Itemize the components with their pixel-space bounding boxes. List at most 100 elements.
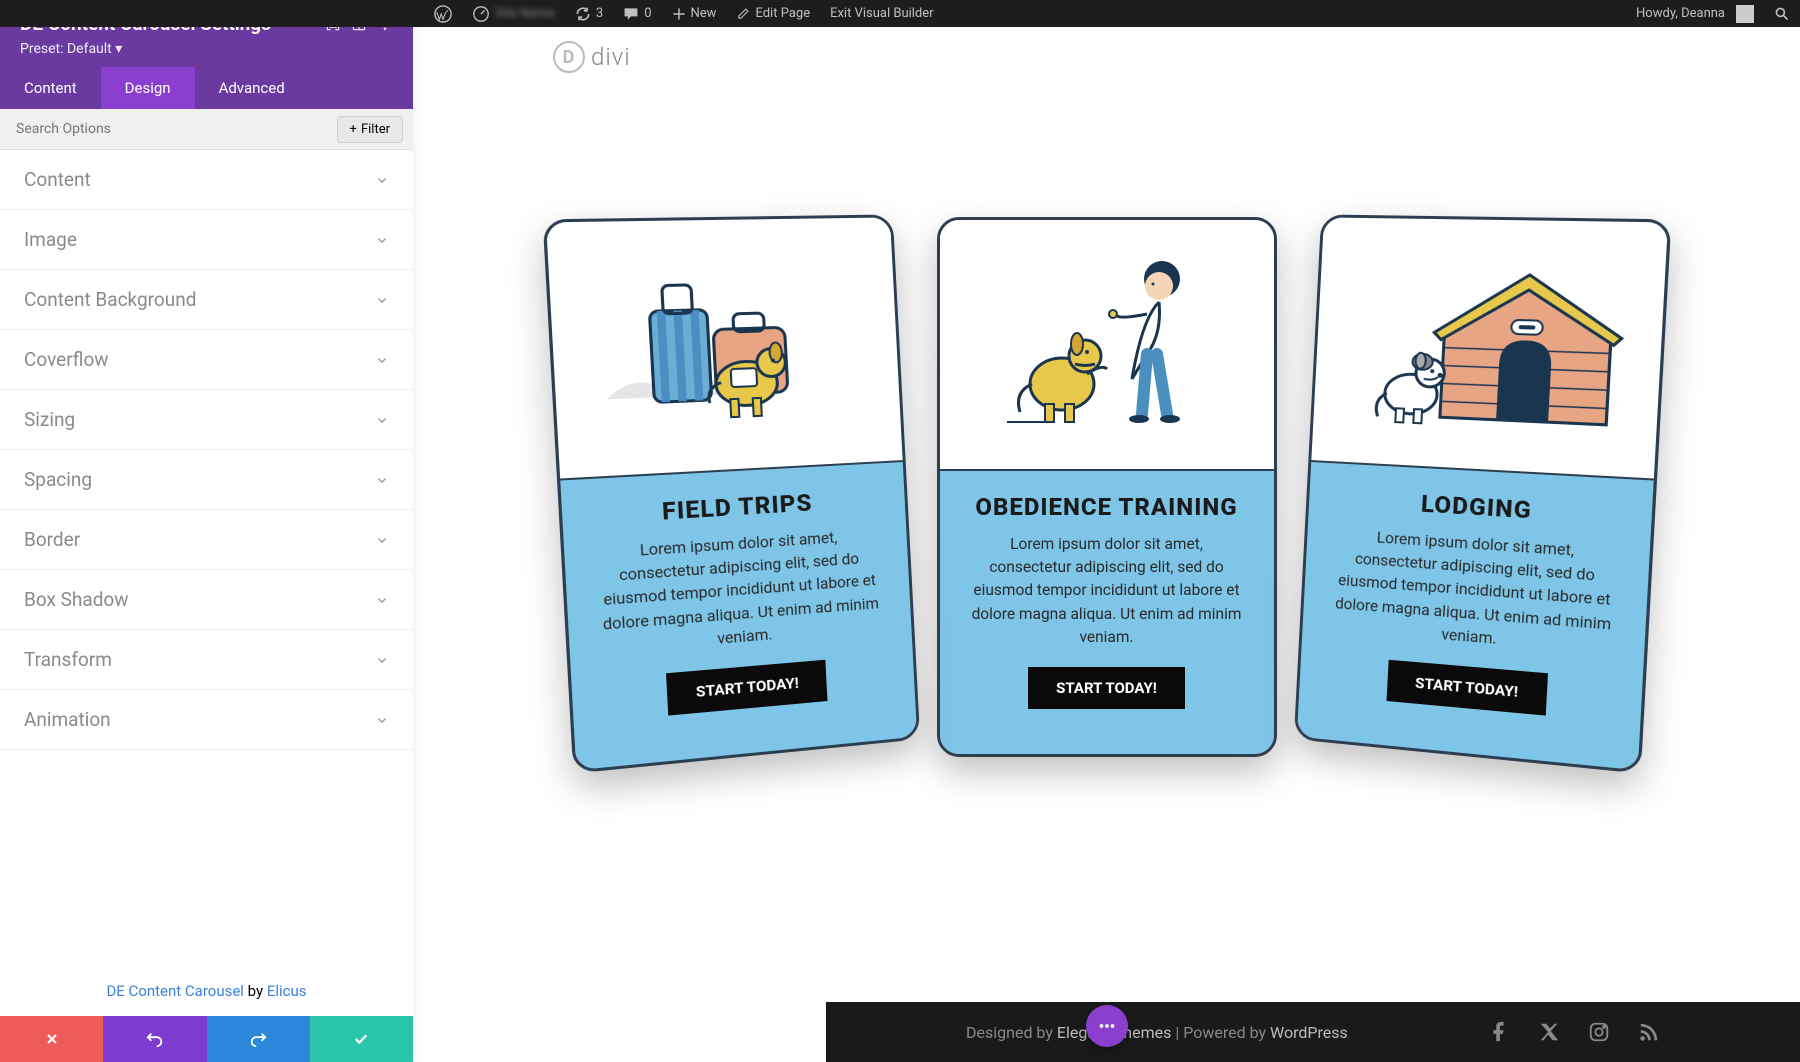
group-label: Coverflow bbox=[24, 348, 109, 371]
carousel-card[interactable]: LODGING Lorem ipsum dolor sit amet, cons… bbox=[1293, 214, 1671, 773]
chevron-down-icon bbox=[375, 353, 389, 367]
card-illustration bbox=[940, 220, 1274, 471]
builder-fab-button[interactable] bbox=[1086, 1005, 1128, 1047]
cancel-button[interactable] bbox=[0, 1016, 103, 1062]
site-header: D divi bbox=[413, 27, 1800, 87]
design-group-animation[interactable]: Animation bbox=[0, 690, 413, 750]
group-label: Transform bbox=[24, 648, 112, 671]
divi-logo[interactable]: D divi bbox=[553, 41, 631, 73]
plugin-credit: DE Content Carousel by Elicus bbox=[0, 966, 413, 1016]
settings-actions bbox=[0, 1016, 413, 1062]
card-title: OBEDIENCE TRAINING bbox=[975, 493, 1237, 521]
dog-suitcase-icon bbox=[587, 252, 864, 441]
new-content-menu[interactable]: New bbox=[662, 0, 727, 27]
design-group-content[interactable]: Content bbox=[0, 150, 413, 210]
design-groups-list: Content Image Content Background Coverflow S… bbox=[0, 150, 413, 966]
page-preview: D divi bbox=[413, 27, 1800, 1062]
rss-icon[interactable] bbox=[1638, 1021, 1660, 1043]
site-footer: Designed by Elegant Themes | Powered by … bbox=[826, 1002, 1800, 1062]
more-horizontal-icon bbox=[1096, 1015, 1118, 1037]
chevron-down-icon bbox=[375, 593, 389, 607]
group-label: Content bbox=[24, 168, 91, 191]
edit-page-menu[interactable]: Edit Page bbox=[726, 0, 820, 27]
design-group-border[interactable]: Border bbox=[0, 510, 413, 570]
chevron-down-icon: ▾ bbox=[115, 41, 122, 57]
undo-button[interactable] bbox=[103, 1016, 206, 1062]
search-row: +Filter bbox=[0, 109, 413, 150]
design-group-image[interactable]: Image bbox=[0, 210, 413, 270]
card-body: OBEDIENCE TRAINING Lorem ipsum dolor sit… bbox=[940, 471, 1274, 754]
content-carousel: FIELD TRIPS Lorem ipsum dolor sit amet, … bbox=[413, 87, 1800, 817]
design-group-transform[interactable]: Transform bbox=[0, 630, 413, 690]
redo-button[interactable] bbox=[207, 1016, 310, 1062]
carousel-card[interactable]: FIELD TRIPS Lorem ipsum dolor sit amet, … bbox=[542, 214, 920, 773]
wordpress-icon bbox=[434, 5, 452, 23]
search-toggle[interactable] bbox=[1764, 0, 1800, 27]
wp-logo-menu[interactable] bbox=[424, 0, 462, 27]
chevron-down-icon bbox=[375, 713, 389, 727]
card-illustration bbox=[546, 217, 903, 480]
card-description: Lorem ipsum dolor sit amet, consectetur … bbox=[596, 524, 883, 660]
design-group-box-shadow[interactable]: Box Shadow bbox=[0, 570, 413, 630]
module-settings-panel: DE Content Carousel Settings Preset: Def… bbox=[0, 0, 413, 1062]
tab-content[interactable]: Content bbox=[0, 67, 101, 109]
card-body: LODGING Lorem ipsum dolor sit amet, cons… bbox=[1296, 462, 1653, 770]
card-title: FIELD TRIPS bbox=[661, 489, 813, 526]
dashboard-icon bbox=[472, 5, 490, 23]
exit-builder-link[interactable]: Exit Visual Builder bbox=[820, 0, 943, 27]
plus-icon bbox=[672, 7, 686, 21]
group-label: Sizing bbox=[24, 408, 75, 431]
chevron-down-icon bbox=[375, 293, 389, 307]
card-illustration bbox=[1311, 217, 1668, 480]
chevron-down-icon bbox=[375, 173, 389, 187]
design-group-sizing[interactable]: Sizing bbox=[0, 390, 413, 450]
group-label: Animation bbox=[24, 708, 111, 731]
tab-advanced[interactable]: Advanced bbox=[195, 67, 309, 109]
group-label: Image bbox=[24, 228, 77, 251]
design-group-coverflow[interactable]: Coverflow bbox=[0, 330, 413, 390]
carousel-card[interactable]: OBEDIENCE TRAINING Lorem ipsum dolor sit… bbox=[937, 217, 1277, 757]
start-today-button[interactable]: START TODAY! bbox=[665, 660, 827, 716]
x-twitter-icon[interactable] bbox=[1538, 1021, 1560, 1043]
updates-menu[interactable]: 3 bbox=[565, 0, 613, 27]
chevron-down-icon bbox=[375, 653, 389, 667]
trainer-dog-icon bbox=[967, 244, 1247, 444]
card-body: FIELD TRIPS Lorem ipsum dolor sit amet, … bbox=[560, 462, 917, 770]
design-group-content-background[interactable]: Content Background bbox=[0, 270, 413, 330]
chevron-down-icon bbox=[375, 533, 389, 547]
cms-link[interactable]: WordPress bbox=[1270, 1023, 1348, 1042]
footer-social-icons bbox=[1488, 1021, 1660, 1043]
card-description: Lorem ipsum dolor sit amet, consectetur … bbox=[1331, 524, 1618, 660]
group-label: Content Background bbox=[24, 288, 196, 311]
plugin-link[interactable]: DE Content Carousel bbox=[106, 982, 244, 1000]
group-label: Box Shadow bbox=[24, 588, 129, 611]
filter-button[interactable]: +Filter bbox=[337, 116, 403, 143]
plus-icon: + bbox=[350, 122, 357, 137]
instagram-icon[interactable] bbox=[1588, 1021, 1610, 1043]
group-label: Spacing bbox=[24, 468, 92, 491]
comment-icon bbox=[623, 6, 639, 22]
footer-credits: Designed by Elegant Themes | Powered by … bbox=[966, 1023, 1348, 1042]
design-group-spacing[interactable]: Spacing bbox=[0, 450, 413, 510]
card-title: LODGING bbox=[1420, 490, 1532, 525]
tab-design[interactable]: Design bbox=[101, 67, 195, 109]
account-menu[interactable]: Howdy, Deanna bbox=[1626, 0, 1764, 27]
avatar-icon bbox=[1736, 5, 1754, 23]
author-link[interactable]: Elicus bbox=[267, 982, 307, 1000]
preset-selector[interactable]: Preset: Default ▾ bbox=[20, 41, 393, 57]
refresh-icon bbox=[575, 6, 591, 22]
settings-tabs: Content Design Advanced bbox=[0, 67, 413, 109]
chevron-down-icon bbox=[375, 413, 389, 427]
group-label: Border bbox=[24, 528, 80, 551]
divi-logo-icon: D bbox=[553, 41, 585, 73]
chevron-down-icon bbox=[375, 233, 389, 247]
site-menu[interactable]: Site Name bbox=[462, 0, 565, 27]
dog-house-icon bbox=[1339, 247, 1637, 447]
facebook-icon[interactable] bbox=[1488, 1021, 1510, 1043]
start-today-button[interactable]: START TODAY! bbox=[1028, 667, 1185, 709]
comments-menu[interactable]: 0 bbox=[613, 0, 661, 27]
wp-admin-bar: Site Name 3 0 New Edit Page Exit Visual … bbox=[0, 0, 1800, 27]
save-button[interactable] bbox=[310, 1016, 413, 1062]
start-today-button[interactable]: START TODAY! bbox=[1386, 660, 1548, 716]
search-options-input[interactable] bbox=[0, 109, 337, 149]
